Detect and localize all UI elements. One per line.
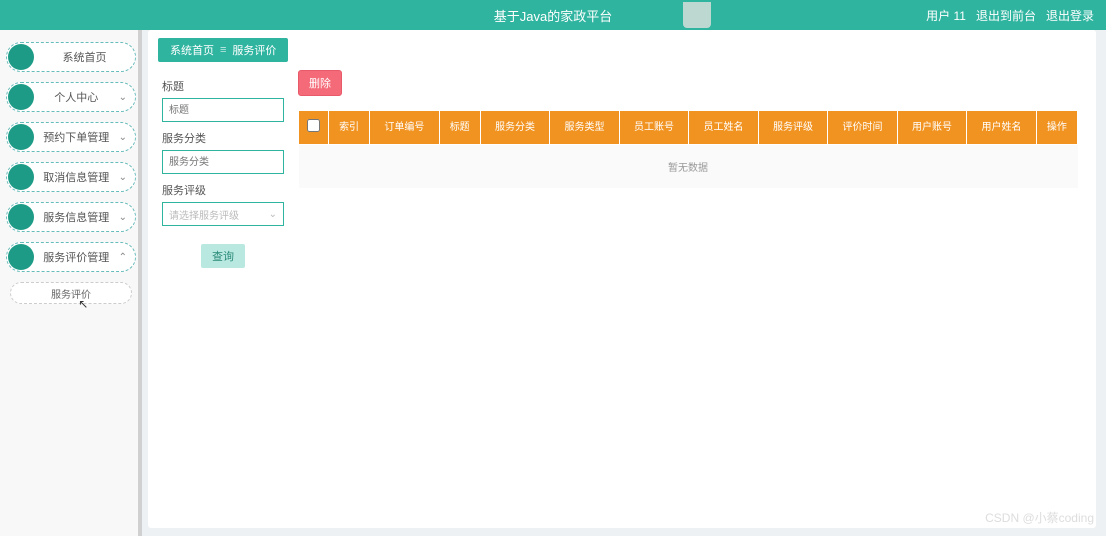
dot-icon [8, 204, 34, 230]
empty-text: 暂无数据 [299, 145, 1078, 189]
chevron-down-icon: ⌄ [119, 92, 127, 103]
chevron-down-icon: ⌄ [269, 209, 277, 220]
rating-label: 服务评级 [162, 182, 284, 198]
title-input[interactable] [162, 98, 284, 122]
th-user-name: 用户姓名 [967, 111, 1037, 145]
app-title: 基于Java的家政平台 [494, 6, 612, 25]
dot-icon [8, 124, 34, 150]
watermark: CSDN @小蔡coding [985, 509, 1094, 526]
sidebar-item-label: 取消信息管理 [34, 169, 119, 185]
sidebar-item-label: 服务信息管理 [34, 209, 119, 225]
sidebar-item-label: 预约下单管理 [34, 129, 119, 145]
ribbon-icon [683, 2, 711, 28]
delete-button[interactable]: 删除 [298, 70, 342, 96]
sidebar-item-label: 个人中心 [34, 89, 119, 105]
sidebar-item-label: 系统首页 [34, 49, 135, 65]
th-rating: 服务评级 [758, 111, 828, 145]
dot-icon [8, 84, 34, 110]
chevron-down-icon: ⌄ [119, 212, 127, 223]
sidebar: 系统首页 个人中心 ⌄ 预约下单管理 ⌄ 取消信息管理 ⌄ 服务信息管理 ⌄ 服… [0, 30, 142, 536]
sidebar-item-orders[interactable]: 预约下单管理 ⌄ [6, 122, 136, 152]
category-label: 服务分类 [162, 130, 284, 146]
table-header-row: 索引 订单编号 标题 服务分类 服务类型 员工账号 员工姓名 服务评级 评价时间… [299, 111, 1078, 145]
sidebar-item-cancel[interactable]: 取消信息管理 ⌄ [6, 162, 136, 192]
category-input[interactable] [162, 150, 284, 174]
header-user-area: 用户 11 退出到前台 退出登录 [926, 7, 1094, 24]
breadcrumb-home[interactable]: 系统首页 [170, 42, 214, 58]
th-emp-no: 员工账号 [619, 111, 689, 145]
select-placeholder: 请选择服务评级 [169, 207, 239, 222]
main-panel: 系统首页 ≡ 服务评价 标题 服务分类 服务评级 请选择服务评级 ⌄ 查询 删除 [148, 30, 1096, 528]
breadcrumb-current: 服务评价 [232, 42, 276, 58]
breadcrumb: 系统首页 ≡ 服务评价 [158, 38, 288, 62]
dot-icon [8, 244, 34, 270]
logout-link[interactable]: 退出登录 [1046, 7, 1094, 24]
chevron-down-icon: ⌄ [119, 132, 127, 143]
th-action: 操作 [1036, 111, 1077, 145]
th-category: 服务分类 [480, 111, 550, 145]
sidebar-item-profile[interactable]: 个人中心 ⌄ [6, 82, 136, 112]
search-button[interactable]: 查询 [201, 244, 245, 268]
sidebar-item-service-info[interactable]: 服务信息管理 ⌄ [6, 202, 136, 232]
search-panel: 标题 服务分类 服务评级 请选择服务评级 ⌄ 查询 [148, 70, 298, 268]
select-all-checkbox[interactable] [307, 119, 320, 132]
submenu-label: 服务评价 [51, 286, 91, 301]
sidebar-item-label: 服务评价管理 [34, 249, 119, 265]
header-bar: 基于Java的家政平台 用户 11 退出到前台 退出登录 [0, 0, 1106, 30]
checkbox-header [299, 111, 329, 145]
scrollbar[interactable] [138, 30, 142, 536]
th-user-no: 用户账号 [897, 111, 967, 145]
rating-select[interactable]: 请选择服务评级 ⌄ [162, 202, 284, 226]
data-table: 索引 订单编号 标题 服务分类 服务类型 员工账号 员工姓名 服务评级 评价时间… [298, 110, 1078, 188]
th-type: 服务类型 [550, 111, 620, 145]
submenu-service-review[interactable]: 服务评价 ↖ [10, 282, 132, 304]
chevron-up-icon: ⌃ [119, 252, 127, 263]
th-title: 标题 [439, 111, 480, 145]
th-index: 索引 [329, 111, 370, 145]
table-area: 删除 索引 订单编号 标题 服务分类 服务类型 员工账号 员工姓名 服务评级 评… [298, 70, 1096, 268]
th-emp-name: 员工姓名 [689, 111, 759, 145]
user-label[interactable]: 用户 11 [926, 7, 966, 24]
to-front-link[interactable]: 退出到前台 [976, 7, 1036, 24]
breadcrumb-separator-icon: ≡ [220, 44, 226, 56]
dot-icon [8, 164, 34, 190]
th-order-no: 订单编号 [370, 111, 440, 145]
sidebar-item-home[interactable]: 系统首页 [6, 42, 136, 72]
title-label: 标题 [162, 78, 284, 94]
empty-row: 暂无数据 [299, 145, 1078, 189]
th-time: 评价时间 [828, 111, 898, 145]
sidebar-item-service-review[interactable]: 服务评价管理 ⌃ [6, 242, 136, 272]
chevron-down-icon: ⌄ [119, 172, 127, 183]
dot-icon [8, 44, 34, 70]
